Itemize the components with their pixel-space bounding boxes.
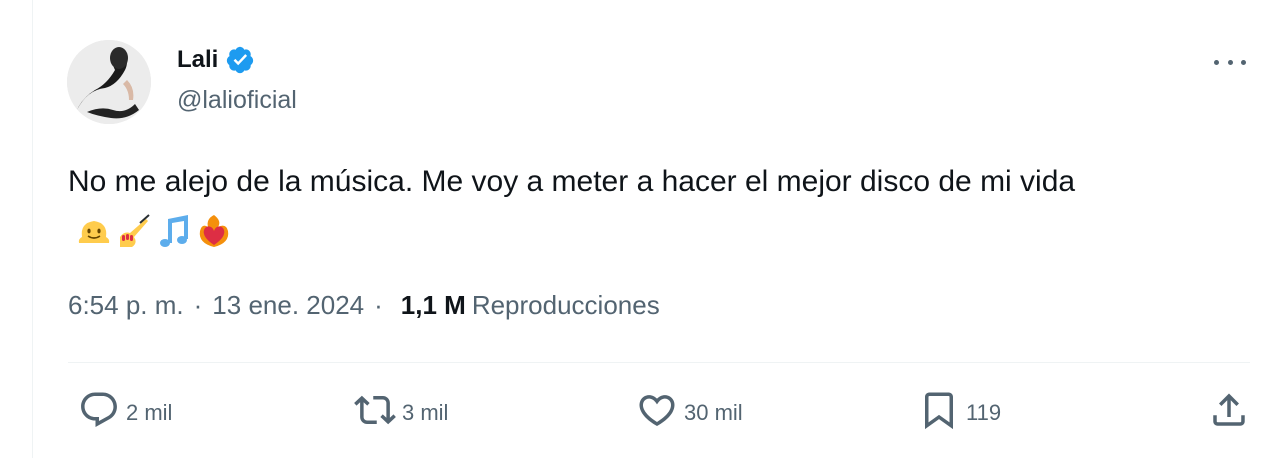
avatar[interactable] (67, 40, 151, 124)
heart-icon (636, 389, 678, 437)
author-handle[interactable]: @lalioficial (177, 86, 297, 115)
reply-icon (78, 389, 120, 437)
dot-icon (1227, 59, 1233, 65)
views-count: 1,1 M (400, 289, 466, 320)
heart-on-fire-emoji-icon (196, 213, 232, 249)
repost-button[interactable]: 3 mil (354, 388, 448, 438)
divider (68, 362, 1250, 363)
repost-count: 3 mil (402, 400, 449, 425)
tweet-card: Lali @lalioficial No me alejo de la músi… (0, 0, 1280, 458)
meta-separator: · (193, 289, 203, 320)
card-border (32, 0, 33, 458)
nail-polish-emoji-icon (116, 213, 152, 249)
author-name-row: Lali (177, 42, 255, 78)
like-button[interactable]: 30 mil (636, 388, 743, 438)
reply-count: 2 mil (126, 400, 173, 425)
bookmark-button[interactable]: 119 (918, 388, 1001, 438)
repost-icon (354, 389, 396, 437)
views-label: Reproducciones (471, 289, 660, 320)
tweet-meta: 6:54 p. m. · 13 ene. 2024 · 1,1 M Reprod… (68, 285, 660, 325)
tweet-text-block: No me alejo de la música. Me voy a meter… (68, 158, 1228, 254)
more-options-button[interactable] (1214, 50, 1246, 74)
verified-badge-icon (225, 45, 255, 75)
dot-icon (1241, 59, 1246, 65)
like-count: 30 mil (684, 400, 743, 425)
tweet-time[interactable]: 6:54 p. m. (68, 290, 184, 321)
tweet-emojis (76, 213, 236, 249)
melting-face-emoji-icon (76, 213, 112, 249)
author-display-name[interactable]: Lali (177, 46, 218, 74)
tweet-actions-bar: 2 mil 3 mil 30 mil 119 (68, 388, 1250, 438)
meta-separator: · (374, 289, 383, 320)
musical-notes-emoji-icon (156, 213, 192, 249)
tweet-date[interactable]: 13 ene. 2024 (212, 290, 364, 321)
reply-button[interactable]: 2 mil (78, 388, 172, 438)
bookmark-count: 119 (966, 400, 1002, 425)
share-button[interactable] (1208, 388, 1250, 438)
share-icon (1208, 389, 1250, 437)
tweet-text: No me alejo de la música. Me voy a meter… (68, 165, 1076, 198)
bookmark-icon (918, 389, 960, 437)
dot-icon (1214, 59, 1219, 65)
